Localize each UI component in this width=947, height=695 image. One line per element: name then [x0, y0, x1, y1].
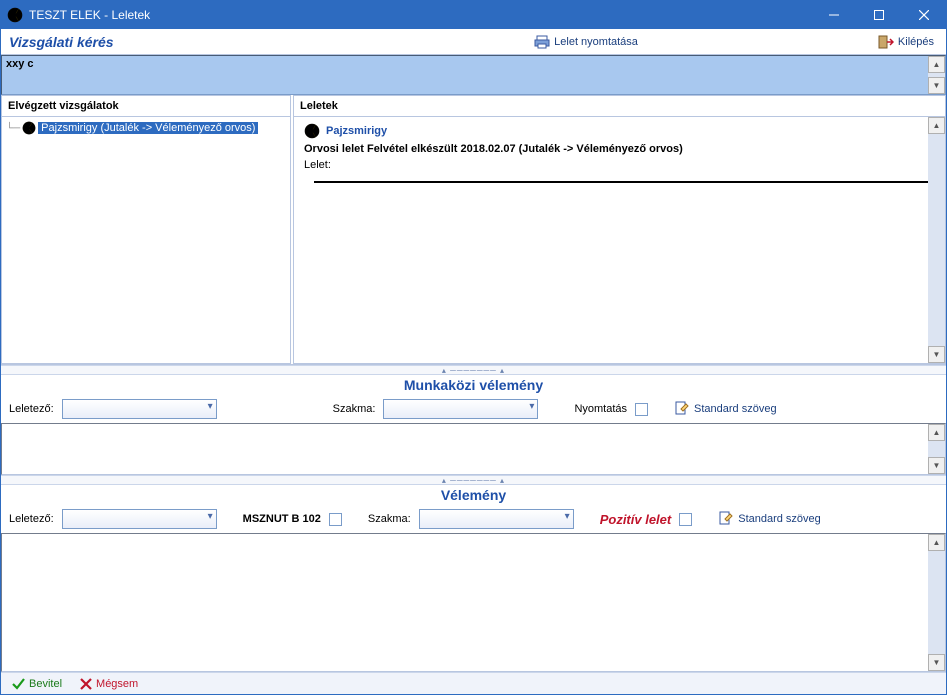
textarea-scrollbar[interactable]: ▲ ▼ [928, 424, 945, 474]
section2-formrow: Leletező: MSZNUT B 102 Szakma: Pozitív l… [1, 507, 946, 533]
standard-text-label: Standard szöveg [694, 403, 777, 415]
scroll-down-icon[interactable]: ▼ [928, 346, 945, 363]
scroll-up-icon[interactable]: ▲ [928, 424, 945, 441]
exit-icon [878, 34, 894, 50]
report-scrollbar[interactable]: ▲ ▼ [928, 117, 945, 363]
standard-text-button-1[interactable]: Standard szöveg [674, 401, 777, 417]
scroll-up-icon[interactable]: ▲ [928, 534, 945, 551]
section1-textarea-wrap: ▲ ▼ [1, 423, 946, 475]
szakma-label: Szakma: [333, 403, 376, 415]
request-scrollbar[interactable]: ▲ ▼ [928, 56, 945, 94]
titlebar: TESZT ELEK - Leletek [1, 1, 946, 29]
szakma-label-2: Szakma: [368, 513, 411, 525]
scroll-down-icon[interactable]: ▼ [928, 77, 945, 94]
maximize-button[interactable] [856, 1, 901, 29]
report-title-row: Pajzsmirigy [304, 123, 935, 139]
megsem-label: Mégsem [96, 678, 138, 690]
tree-branch-icon: └─ [6, 123, 20, 134]
window-buttons [811, 1, 946, 29]
megsem-button[interactable]: Mégsem [80, 678, 138, 690]
print-button[interactable]: Lelet nyomtatása [530, 32, 642, 52]
scroll-up-icon[interactable]: ▲ [928, 117, 945, 134]
window-title: TESZT ELEK - Leletek [29, 8, 811, 22]
report-label: Lelet: [304, 159, 935, 171]
szakma-select-1[interactable] [383, 399, 538, 419]
bevitel-button[interactable]: Bevitel [11, 677, 62, 691]
scroll-up-icon[interactable]: ▲ [928, 56, 945, 73]
request-text: xxy c [6, 58, 34, 70]
footer: Bevitel Mégsem [1, 672, 946, 694]
velemeny-textarea[interactable] [2, 534, 945, 671]
section1-formrow: Leletező: Szakma: Nyomtatás Standard szö… [1, 397, 946, 423]
pozitiv-label: Pozitív lelet [600, 512, 672, 527]
close-button[interactable] [901, 1, 946, 29]
radioactive-icon [22, 121, 36, 135]
exit-button[interactable]: Kilépés [874, 32, 938, 52]
munkakozi-textarea[interactable] [2, 424, 945, 474]
exams-panel: Elvégzett vizsgálatok └─ Pajzsmirigy (Ju… [1, 95, 291, 364]
tree-item-label: Pajzsmirigy (Jutalék -> Véleményező orvo… [38, 122, 258, 134]
szakma-select-2[interactable] [419, 509, 574, 529]
standard-text-label-2: Standard szöveg [738, 513, 821, 525]
toolbar-title: Vizsgálati kérés [9, 34, 114, 50]
print-label: Lelet nyomtatása [554, 36, 638, 48]
toolbar: Vizsgálati kérés Lelet nyomtatása Kilépé… [1, 29, 946, 55]
radioactive-icon [304, 123, 320, 139]
splitter-handle-2[interactable]: ▴ ─────── ▴ [1, 475, 946, 485]
scroll-thumb[interactable] [928, 441, 945, 457]
nyomtatas-checkbox[interactable] [635, 403, 648, 416]
report-panel-header: Leletek [294, 96, 945, 117]
check-icon [11, 677, 25, 691]
radioactive-icon [7, 7, 23, 23]
leletezo-select-1[interactable] [62, 399, 217, 419]
bevitel-label: Bevitel [29, 678, 62, 690]
section2-textarea-wrap: ▲ ▼ [1, 533, 946, 672]
tree-item[interactable]: └─ Pajzsmirigy (Jutalék -> Véleményező o… [4, 121, 288, 135]
report-body[interactable]: Pajzsmirigy Orvosi lelet Felvétel elkész… [294, 117, 945, 363]
nyomtatas-label: Nyomtatás [574, 403, 627, 415]
section-title-1: Munkaközi vélemény [1, 375, 946, 397]
section-title-2: Vélemény [1, 485, 946, 507]
msznut-checkbox[interactable] [329, 513, 342, 526]
main-split: Elvégzett vizsgálatok └─ Pajzsmirigy (Ju… [1, 95, 946, 365]
leletezo-label: Leletező: [9, 403, 54, 415]
report-panel: Leletek Pajzsmirigy Orvosi lelet Felvéte… [293, 95, 946, 364]
pozitiv-checkbox[interactable] [679, 513, 692, 526]
exit-label: Kilépés [898, 36, 934, 48]
msznut-label: MSZNUT B 102 [243, 513, 321, 525]
scroll-down-icon[interactable]: ▼ [928, 457, 945, 474]
main-window: TESZT ELEK - Leletek Vizsgálati kérés Le… [0, 0, 947, 695]
exams-tree[interactable]: └─ Pajzsmirigy (Jutalék -> Véleményező o… [2, 117, 290, 139]
splitter-handle-1[interactable]: ▴ ─────── ▴ [1, 365, 946, 375]
scroll-thumb[interactable] [928, 551, 945, 654]
report-title: Pajzsmirigy [326, 125, 387, 137]
request-field[interactable]: xxy c ▲ ▼ [1, 55, 946, 95]
document-edit-icon [718, 511, 734, 527]
scroll-thumb[interactable] [928, 134, 945, 346]
printer-icon [534, 34, 550, 50]
textarea-scrollbar-2[interactable]: ▲ ▼ [928, 534, 945, 671]
scroll-down-icon[interactable]: ▼ [928, 654, 945, 671]
standard-text-button-2[interactable]: Standard szöveg [718, 511, 821, 527]
report-meta: Orvosi lelet Felvétel elkészült 2018.02.… [304, 143, 935, 155]
leletezo-select-2[interactable] [62, 509, 217, 529]
leletezo-label-2: Leletező: [9, 513, 54, 525]
exams-panel-header: Elvégzett vizsgálatok [2, 96, 290, 117]
minimize-button[interactable] [811, 1, 856, 29]
document-edit-icon [674, 401, 690, 417]
report-divider [314, 181, 935, 183]
cancel-icon [80, 678, 92, 690]
